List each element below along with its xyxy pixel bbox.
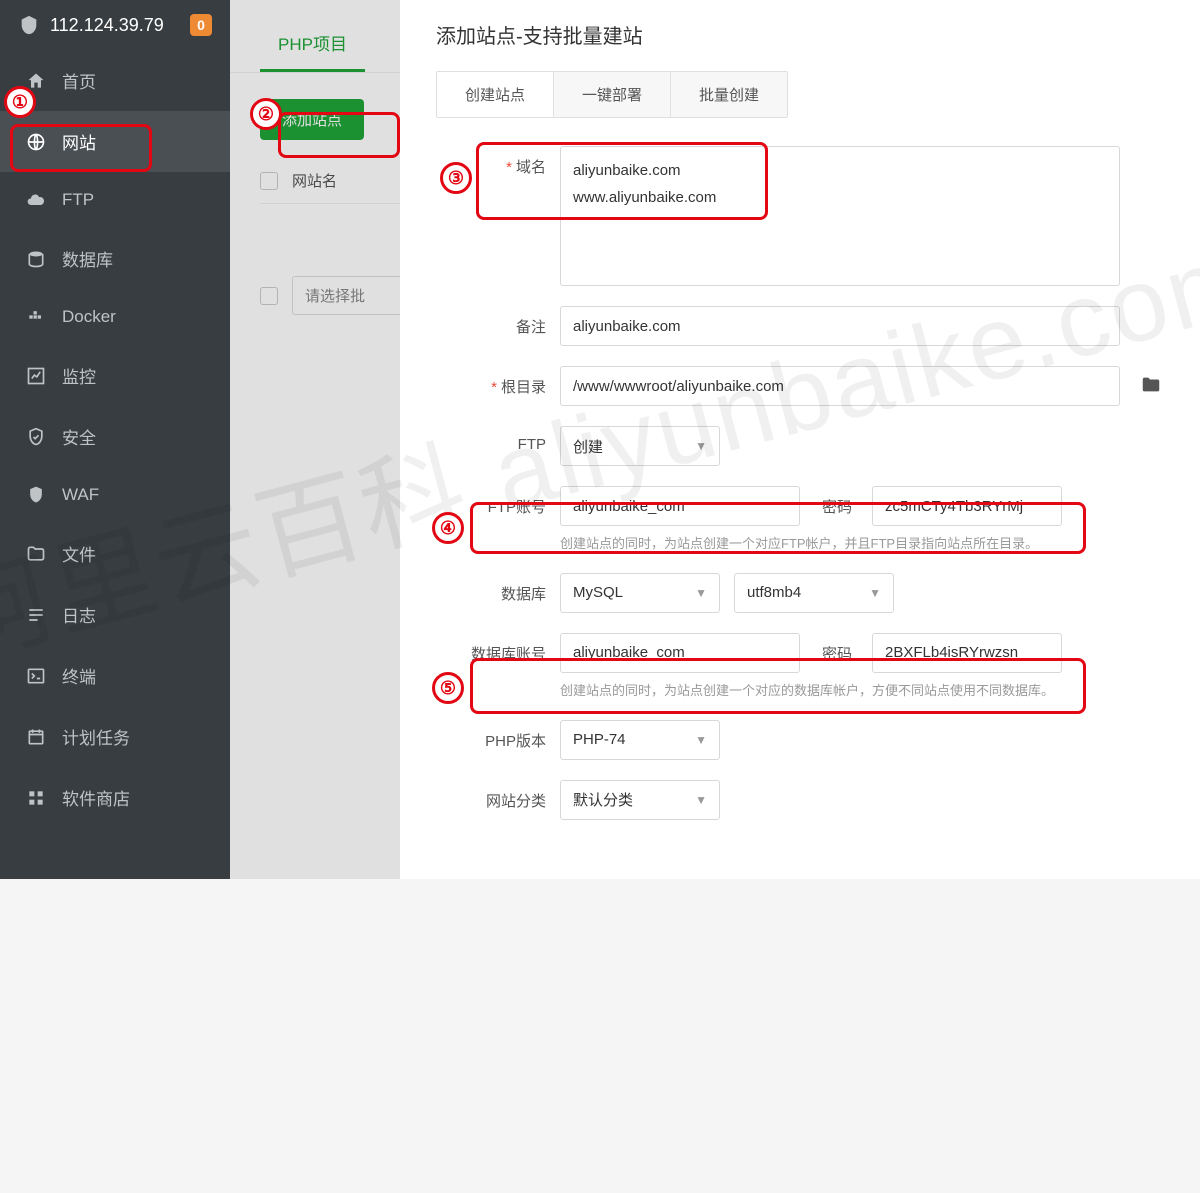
- annotation-4: ④: [432, 512, 464, 544]
- modal-tab-bar: 创建站点 一键部署 批量创建: [436, 71, 788, 118]
- browse-folder-icon[interactable]: [1140, 366, 1162, 401]
- home-icon: [26, 71, 46, 91]
- label-ftp-password: 密码: [822, 486, 852, 517]
- row-ftp-account: FTP账号 密码: [436, 486, 1164, 526]
- chevron-down-icon: ▼: [869, 586, 881, 600]
- sidebar-item-label: 日志: [62, 602, 96, 627]
- modal-title: 添加站点-支持批量建站: [400, 20, 1200, 71]
- sidebar-item-label: FTP: [62, 190, 94, 210]
- sidebar-item-website[interactable]: 网站: [0, 111, 230, 172]
- sidebar: 112.124.39.79 0 首页 网站 FTP 数据库 Docker 监控 …: [0, 0, 230, 879]
- database-icon: [26, 249, 46, 269]
- row-db: 数据库 MySQL ▼ utf8mb4 ▼: [436, 573, 1164, 613]
- chevron-down-icon: ▼: [695, 586, 707, 600]
- sidebar-item-database[interactable]: 数据库: [0, 228, 230, 289]
- sidebar-item-label: 文件: [62, 541, 96, 566]
- db-account-input[interactable]: [560, 633, 800, 673]
- sidebar-item-label: 安全: [62, 424, 96, 449]
- terminal-icon: [26, 666, 46, 686]
- php-version-select[interactable]: PHP-74 ▼: [560, 720, 720, 760]
- row-root: *根目录: [436, 366, 1164, 406]
- sidebar-item-files[interactable]: 文件: [0, 523, 230, 584]
- list-icon: [26, 605, 46, 625]
- chevron-down-icon: ▼: [695, 439, 707, 453]
- annotation-5: ⑤: [432, 672, 464, 704]
- sidebar-item-cron[interactable]: 计划任务: [0, 706, 230, 767]
- label-note: 备注: [436, 306, 546, 337]
- sidebar-item-label: 网站: [62, 129, 96, 154]
- label-category: 网站分类: [436, 780, 546, 811]
- cloud-icon: [26, 190, 46, 210]
- chevron-down-icon: ▼: [695, 793, 707, 807]
- sidebar-item-label: 终端: [62, 663, 96, 688]
- shield-icon: [26, 485, 46, 505]
- sidebar-item-waf[interactable]: WAF: [0, 467, 230, 523]
- row-ftp: FTP 创建 ▼: [436, 426, 1164, 466]
- tab-create-site[interactable]: 创建站点: [437, 72, 554, 117]
- notification-badge[interactable]: 0: [190, 14, 212, 36]
- label-db-password: 密码: [822, 633, 852, 664]
- ftp-password-input[interactable]: [872, 486, 1062, 526]
- sidebar-item-label: Docker: [62, 307, 116, 327]
- label-ftp: FTP: [436, 426, 546, 453]
- ftp-select[interactable]: 创建 ▼: [560, 426, 720, 466]
- ftp-account-input[interactable]: [560, 486, 800, 526]
- note-input[interactable]: [560, 306, 1120, 346]
- db-type-select[interactable]: MySQL ▼: [560, 573, 720, 613]
- domain-textarea[interactable]: [560, 146, 1120, 286]
- sidebar-item-security[interactable]: 安全: [0, 406, 230, 467]
- sidebar-item-apps[interactable]: 软件商店: [0, 767, 230, 828]
- annotation-3: ③: [440, 162, 472, 194]
- sidebar-header: 112.124.39.79 0: [0, 0, 230, 50]
- folder-icon: [26, 544, 46, 564]
- tab-one-click-deploy[interactable]: 一键部署: [554, 72, 671, 117]
- site-form: *域名 备注 *根目录 FTP 创建 ▼ FTP账号 密码: [400, 146, 1200, 820]
- sidebar-item-terminal[interactable]: 终端: [0, 645, 230, 706]
- chart-icon: [26, 366, 46, 386]
- add-site-modal: 添加站点-支持批量建站 创建站点 一键部署 批量创建 *域名 备注 *根目录 F…: [400, 0, 1200, 879]
- sidebar-item-label: 监控: [62, 363, 96, 388]
- label-db-account: 数据库账号: [436, 633, 546, 664]
- sidebar-item-label: 首页: [62, 68, 96, 93]
- sidebar-item-label: 计划任务: [62, 724, 130, 749]
- chevron-down-icon: ▼: [695, 733, 707, 747]
- sidebar-item-monitor[interactable]: 监控: [0, 345, 230, 406]
- label-db: 数据库: [436, 573, 546, 604]
- grid-icon: [26, 788, 46, 808]
- sidebar-item-ftp[interactable]: FTP: [0, 172, 230, 228]
- db-password-input[interactable]: [872, 633, 1062, 673]
- sidebar-item-logs[interactable]: 日志: [0, 584, 230, 645]
- server-ip: 112.124.39.79: [50, 15, 180, 36]
- label-php-version: PHP版本: [436, 720, 546, 751]
- label-root: *根目录: [436, 366, 546, 397]
- ftp-hint: 创建站点的同时，为站点创建一个对应FTP帐户，并且FTP目录指向站点所在目录。: [560, 534, 1164, 555]
- sidebar-item-label: WAF: [62, 485, 99, 505]
- shield-logo-icon: [18, 14, 40, 36]
- globe-icon: [26, 132, 46, 152]
- sidebar-item-docker[interactable]: Docker: [0, 289, 230, 345]
- category-select[interactable]: 默认分类 ▼: [560, 780, 720, 820]
- annotation-2: ②: [250, 98, 282, 130]
- row-db-account: 数据库账号 密码: [436, 633, 1164, 673]
- root-input[interactable]: [560, 366, 1120, 406]
- row-note: 备注: [436, 306, 1164, 346]
- sidebar-item-label: 数据库: [62, 246, 113, 271]
- db-hint: 创建站点的同时，为站点创建一个对应的数据库帐户，方便不同站点使用不同数据库。: [560, 681, 1164, 702]
- calendar-icon: [26, 727, 46, 747]
- shield-check-icon: [26, 427, 46, 447]
- tab-batch-create[interactable]: 批量创建: [671, 72, 787, 117]
- annotation-1: ①: [4, 86, 36, 118]
- row-category: 网站分类 默认分类 ▼: [436, 780, 1164, 820]
- row-php-version: PHP版本 PHP-74 ▼: [436, 720, 1164, 760]
- row-domain: *域名: [436, 146, 1164, 286]
- db-charset-select[interactable]: utf8mb4 ▼: [734, 573, 894, 613]
- docker-icon: [26, 307, 46, 327]
- sidebar-item-label: 软件商店: [62, 785, 130, 810]
